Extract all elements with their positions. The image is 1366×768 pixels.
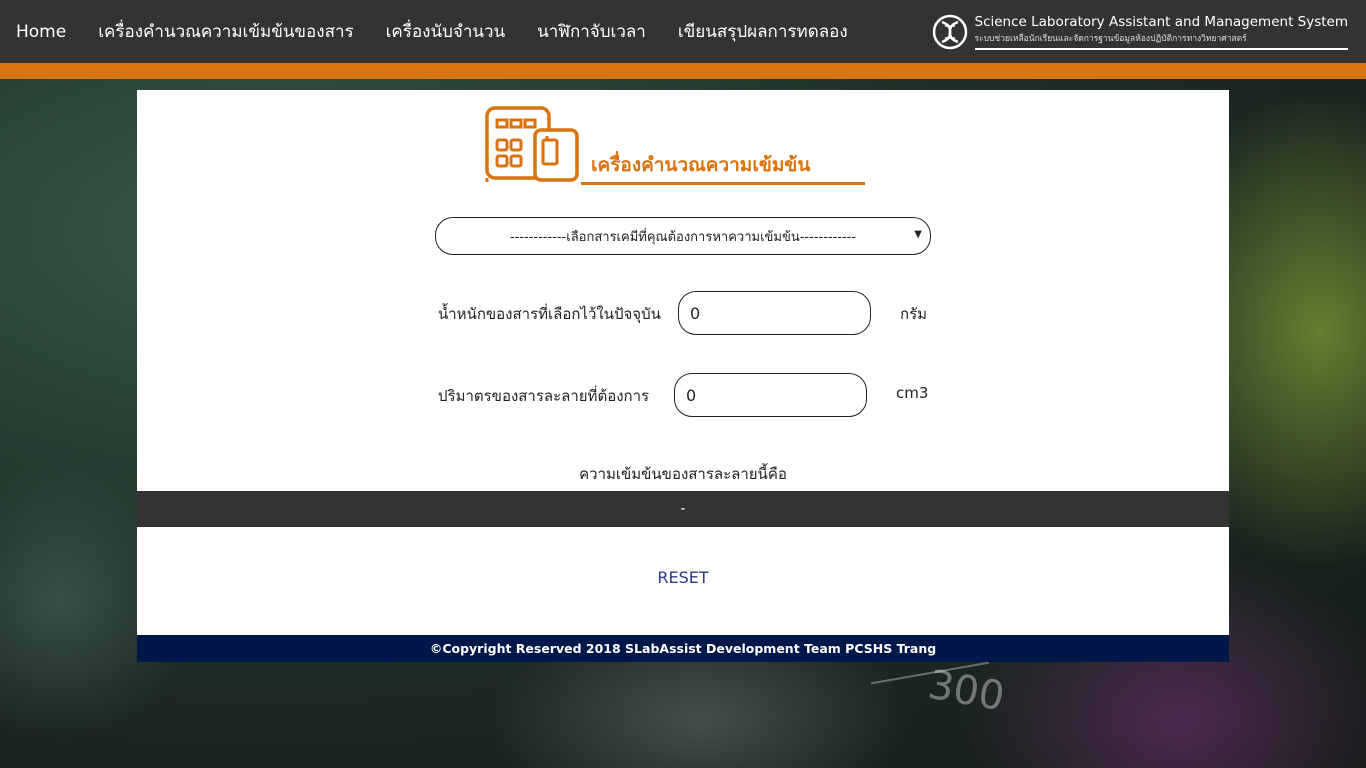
calculator-logo: เครื่องคำนวณความเข้มข้น bbox=[485, 106, 869, 185]
calculator-title-underline bbox=[581, 182, 865, 185]
result-display: - bbox=[137, 491, 1229, 527]
result-label: ความเข้มข้นของสารละลายนี้คือ bbox=[579, 465, 787, 483]
nav-item-counter[interactable]: เครื่องนับจำนวน bbox=[370, 18, 522, 45]
volume-unit: cm3 bbox=[896, 384, 929, 402]
brand-subtitle: ระบบช่วยเหลือนักเรียนและจัดการฐานข้อมูลห… bbox=[974, 34, 1247, 44]
nav-item-stopwatch[interactable]: นาฬิกาจับเวลา bbox=[521, 18, 662, 45]
weight-unit: กรัม bbox=[900, 305, 928, 323]
accent-stripe bbox=[0, 63, 1366, 79]
dna-icon bbox=[932, 14, 967, 50]
result-value: - bbox=[680, 501, 686, 517]
weight-label: น้ำหนักของสารที่เลือกไว้ในปัจจุบัน bbox=[438, 305, 661, 323]
brand-title: Science Laboratory Assistant and Managem… bbox=[974, 14, 1349, 30]
calculator-title: เครื่องคำนวณความเข้มข้น bbox=[591, 154, 811, 176]
footer: ©Copyright Reserved 2018 SLabAssist Deve… bbox=[137, 635, 1229, 662]
background-numeral: 300 bbox=[924, 661, 1008, 721]
nav-item-concentration-calculator[interactable]: เครื่องคำนวณความเข้มข้นของสาร bbox=[82, 18, 369, 45]
volume-label: ปริมาตรของสารละลายที่ต้องการ bbox=[438, 387, 650, 405]
chemical-select[interactable]: ------------เลือกสารเคมีที่คุณต้องการหาค… bbox=[435, 217, 931, 255]
reset-button[interactable]: RESET bbox=[137, 568, 1229, 587]
brand-text: Science Laboratory Assistant and Managem… bbox=[974, 14, 1349, 50]
nav-item-home[interactable]: Home bbox=[0, 22, 82, 42]
nav-links: Home เครื่องคำนวณความเข้มข้นของสาร เครื่… bbox=[0, 0, 864, 63]
brand-logo[interactable]: Science Laboratory Assistant and Managem… bbox=[931, 10, 1349, 54]
dropdown-arrow-icon: ▼ bbox=[914, 229, 922, 240]
nav-item-lab-report[interactable]: เขียนสรุปผลการทดลอง bbox=[662, 18, 864, 45]
top-navigation-bar: Home เครื่องคำนวณความเข้มข้นของสาร เครื่… bbox=[0, 0, 1366, 63]
calculator-card: เครื่องคำนวณความเข้มข้น ------------เลือ… bbox=[137, 90, 1229, 635]
calculator-icon bbox=[485, 106, 579, 182]
volume-input[interactable] bbox=[674, 373, 867, 417]
weight-input[interactable] bbox=[678, 291, 871, 335]
brand-underline bbox=[974, 48, 1348, 50]
copyright-text: ©Copyright Reserved 2018 SLabAssist Deve… bbox=[429, 641, 937, 656]
chemical-select-value: ------------เลือกสารเคมีที่คุณต้องการหาค… bbox=[509, 229, 857, 245]
